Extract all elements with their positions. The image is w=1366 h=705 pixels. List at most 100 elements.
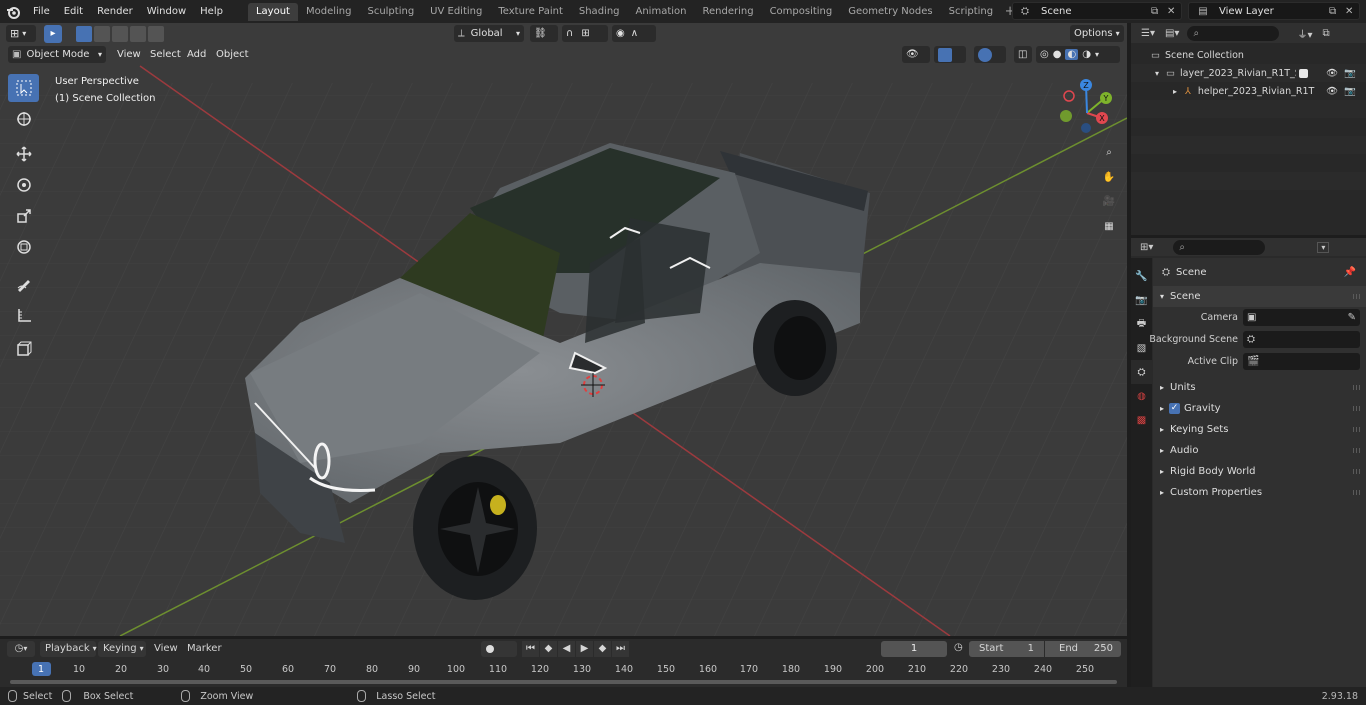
new-view-layer-icon[interactable]: ⧉ (1329, 6, 1345, 17)
gravity-panel-header[interactable]: ▸ ✓ Gravity (1153, 398, 1366, 419)
falloff-icon[interactable]: ∧ (631, 28, 638, 39)
timeline-menu-view[interactable]: View (154, 643, 178, 654)
snap-magnet-icon[interactable]: ∩ (566, 28, 573, 39)
outliner-row-scene-collection[interactable]: ▭ Scene Collection (1131, 46, 1366, 64)
zoom-view-button[interactable]: ⌕ (1099, 142, 1119, 162)
object-mode-dropdown[interactable]: ▣ Object Mode ▾ (8, 46, 106, 63)
delete-scene-icon[interactable]: ✕ (1167, 6, 1181, 17)
delete-view-layer-icon[interactable]: ✕ (1345, 6, 1359, 17)
custom-properties-panel-header[interactable]: ▸ Custom Properties (1153, 482, 1366, 503)
perspective-toggle-button[interactable]: ▦ (1099, 216, 1119, 236)
scene-tab[interactable]: ⛭ (1131, 360, 1152, 384)
background-scene-field[interactable]: ⛭ (1243, 331, 1360, 348)
tab-texture-paint[interactable]: Texture Paint (490, 3, 571, 21)
tab-modeling[interactable]: Modeling (298, 3, 360, 21)
preview-range-icon[interactable]: ◷ (954, 642, 963, 653)
tab-shading[interactable]: Shading (571, 3, 628, 21)
outliner-editor-icon[interactable]: ☰▾ (1141, 28, 1155, 39)
material-shading-icon[interactable]: ◐ (1065, 49, 1079, 60)
panel-grip-icon[interactable] (1353, 427, 1362, 432)
texture-tab[interactable]: ▩ (1131, 408, 1152, 432)
rigid-body-world-panel-header[interactable]: ▸ Rigid Body World (1153, 461, 1366, 482)
camera-view-button[interactable]: 🎥 (1099, 191, 1119, 211)
pivot-point-dropdown[interactable]: ⛓ (530, 25, 558, 42)
timeline-ruler[interactable]: 1 10 20 30 40 50 60 70 80 90 100 110 120… (0, 662, 1127, 678)
outliner-row-helper[interactable]: ▸ ⅄ helper_2023_Rivian_R1T 👁 📷 (1131, 82, 1366, 100)
eyedropper-icon[interactable]: ✎ (1348, 312, 1356, 323)
new-scene-icon[interactable]: ⧉ (1151, 6, 1167, 17)
scene-panel-header[interactable]: ▾ Scene (1153, 286, 1366, 307)
3d-viewport[interactable]: ⊞ ▾ ▸ ⟂ Global ▾ ⛓ ∩ ⊞ ◉ ∧ Options ▾ ▣ Object… (0, 23, 1127, 636)
blender-logo-icon[interactable] (0, 0, 26, 23)
overlays-toggle[interactable] (974, 46, 1006, 63)
rotate-tool[interactable] (8, 171, 39, 199)
pin-icon[interactable]: 📌 (1344, 267, 1356, 278)
camera-field[interactable]: ▣ ✎ (1243, 309, 1360, 326)
timeline-menu-marker[interactable]: Marker (187, 643, 222, 654)
units-panel-header[interactable]: ▸ Units (1153, 377, 1366, 398)
viewport-menu-object[interactable]: Object (210, 46, 255, 63)
proportional-edit-icon[interactable]: ◉ (616, 28, 625, 39)
auto-keying-toggle[interactable] (481, 641, 517, 657)
new-selection-icon[interactable] (76, 26, 92, 42)
keying-dropdown[interactable]: Keying ▾ (98, 641, 146, 657)
active-clip-field[interactable]: 🎬 (1243, 353, 1360, 370)
viewport-menu-view[interactable]: View (111, 46, 147, 63)
annotate-tool[interactable] (8, 270, 39, 298)
extend-selection-icon[interactable] (94, 26, 110, 42)
tab-sculpting[interactable]: Sculpting (359, 3, 422, 21)
menu-render[interactable]: Render (90, 0, 140, 23)
audio-panel-header[interactable]: ▸ Audio (1153, 440, 1366, 461)
transform-orientation-dropdown[interactable]: ⟂ Global ▾ (454, 25, 524, 42)
gravity-checkbox[interactable]: ✓ (1169, 403, 1181, 414)
select-tool-mode-icon[interactable]: ▸ (44, 25, 62, 43)
playback-dropdown[interactable]: Playback ▾ (40, 641, 97, 657)
keying-sets-panel-header[interactable]: ▸ Keying Sets (1153, 419, 1366, 440)
properties-search-field[interactable]: ⌕ (1173, 239, 1266, 255)
editor-type-button[interactable]: ⊞ ▾ (6, 25, 36, 42)
tab-layout[interactable]: Layout (247, 2, 298, 21)
viewport-menu-add[interactable]: Add (181, 46, 212, 63)
navigation-gizmo[interactable]: Z Y X (1052, 78, 1122, 148)
subtract-selection-icon[interactable] (112, 26, 128, 42)
timeline-editor-type-button[interactable]: ◷▾ (7, 641, 35, 657)
menu-file[interactable]: File (26, 0, 57, 23)
render-camera-icon[interactable]: 📷 (1344, 68, 1356, 79)
solid-shading-icon[interactable]: ● (1053, 49, 1062, 60)
xray-toggle[interactable]: ◫ (1014, 46, 1032, 63)
transform-tool[interactable] (8, 233, 39, 261)
properties-editor-icon[interactable]: ⊞▾ (1140, 242, 1153, 253)
filter-icon[interactable]: ⏚▾ (1297, 26, 1312, 41)
gizmo-toggle[interactable] (934, 46, 966, 63)
new-collection-icon[interactable]: ⧉ (1322, 28, 1329, 39)
panel-grip-icon[interactable] (1353, 448, 1362, 453)
panel-grip-icon[interactable] (1353, 385, 1362, 390)
menu-window[interactable]: Window (140, 0, 193, 23)
snap-target-icon[interactable]: ⊞ (581, 28, 589, 39)
tab-uv-editing[interactable]: UV Editing (422, 3, 490, 21)
timeline-scrollbar[interactable] (10, 680, 1117, 684)
proportional-edit-controls[interactable]: ◉ ∧ (612, 25, 656, 42)
panel-grip-icon[interactable] (1353, 406, 1362, 411)
current-frame-field[interactable]: 1 (881, 641, 947, 657)
wireframe-shading-icon[interactable]: ◎ (1040, 49, 1049, 60)
render-tab[interactable]: 📷 (1131, 288, 1152, 312)
jump-end-icon[interactable]: ⏭ (612, 641, 629, 657)
snap-controls[interactable]: ∩ ⊞ (562, 25, 608, 42)
panel-grip-icon[interactable] (1353, 490, 1362, 495)
tab-animation[interactable]: Animation (628, 3, 695, 21)
start-frame-field[interactable]: Start 1 (969, 641, 1044, 657)
tab-geometry-nodes[interactable]: Geometry Nodes (840, 3, 940, 21)
expand-arrow-icon[interactable]: ▸ (1173, 87, 1177, 96)
visibility-dropdown[interactable]: 👁 (902, 46, 930, 63)
tool-tab[interactable]: 🔧 (1131, 264, 1152, 288)
viewport-scene[interactable] (0, 23, 1127, 636)
options-dropdown[interactable]: Options ▾ (1070, 25, 1124, 42)
add-cube-tool[interactable] (8, 335, 39, 363)
pan-view-button[interactable]: ✋ (1099, 167, 1119, 187)
visibility-eye-icon[interactable]: 👁 (1326, 68, 1338, 79)
rendered-shading-icon[interactable]: ◑ (1082, 49, 1091, 60)
render-camera-icon[interactable]: 📷 (1344, 86, 1356, 97)
end-frame-field[interactable]: End 250 (1045, 641, 1121, 657)
display-mode-icon[interactable]: ▤▾ (1165, 28, 1179, 39)
